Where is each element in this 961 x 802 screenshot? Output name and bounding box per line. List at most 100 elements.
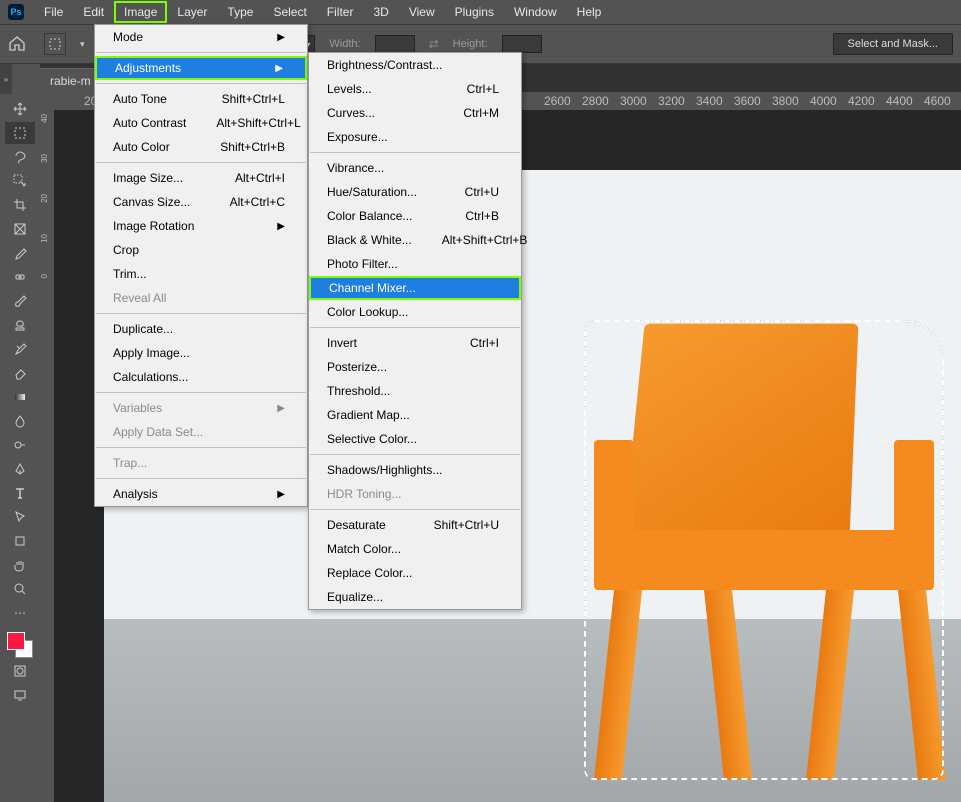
menu-item-brightness-contrast[interactable]: Brightness/Contrast... bbox=[309, 53, 521, 77]
menu-item-crop[interactable]: Crop bbox=[95, 238, 307, 262]
menu-item-apply-image[interactable]: Apply Image... bbox=[95, 341, 307, 365]
home-icon[interactable] bbox=[8, 35, 30, 53]
ruler-tick: 0 bbox=[40, 274, 49, 278]
marquee-tool-icon[interactable] bbox=[5, 122, 35, 144]
menu-item-canvas-size[interactable]: Canvas Size...Alt+Ctrl+C bbox=[95, 190, 307, 214]
swap-icon[interactable]: ⇄ bbox=[429, 37, 439, 51]
document-tab[interactable]: rabie-m bbox=[40, 68, 101, 92]
menu-view[interactable]: View bbox=[399, 1, 445, 23]
submenu-arrow-icon: ▶ bbox=[275, 63, 283, 74]
eraser-tool-icon[interactable] bbox=[5, 362, 35, 384]
menu-edit[interactable]: Edit bbox=[73, 1, 114, 23]
width-field[interactable] bbox=[375, 35, 415, 53]
shape-tool-icon[interactable] bbox=[5, 530, 35, 552]
shortcut-label: Ctrl+I bbox=[470, 336, 499, 350]
menu-item-auto-color[interactable]: Auto ColorShift+Ctrl+B bbox=[95, 135, 307, 159]
menu-item-gradient-map[interactable]: Gradient Map... bbox=[309, 403, 521, 427]
select-and-mask-button[interactable]: Select and Mask... bbox=[833, 33, 954, 55]
zoom-tool-icon[interactable] bbox=[5, 578, 35, 600]
menu-item-label: Selective Color... bbox=[327, 432, 417, 446]
panel-expand-icon[interactable]: » bbox=[0, 64, 12, 94]
ruler-tick: 4200 bbox=[848, 94, 875, 108]
menu-3d[interactable]: 3D bbox=[363, 1, 398, 23]
menu-item-equalize[interactable]: Equalize... bbox=[309, 585, 521, 609]
menu-item-adjustments[interactable]: Adjustments▶ bbox=[95, 56, 307, 80]
tab-label: rabie-m bbox=[50, 74, 91, 88]
path-select-tool-icon[interactable] bbox=[5, 506, 35, 528]
height-field[interactable] bbox=[502, 35, 542, 53]
chevron-down-icon[interactable]: ▾ bbox=[80, 39, 85, 50]
menu-item-vibrance[interactable]: Vibrance... bbox=[309, 156, 521, 180]
menu-item-label: Duplicate... bbox=[113, 322, 173, 336]
menu-item-desaturate[interactable]: DesaturateShift+Ctrl+U bbox=[309, 513, 521, 537]
shortcut-label: Ctrl+U bbox=[465, 185, 499, 199]
menu-item-label: Photo Filter... bbox=[327, 257, 398, 271]
menu-item-photo-filter[interactable]: Photo Filter... bbox=[309, 252, 521, 276]
menu-item-color-balance[interactable]: Color Balance...Ctrl+B bbox=[309, 204, 521, 228]
history-brush-tool-icon[interactable] bbox=[5, 338, 35, 360]
width-label: Width: bbox=[329, 38, 360, 50]
marquee-selection bbox=[584, 320, 944, 780]
menu-select[interactable]: Select bbox=[263, 1, 316, 23]
tool-preset-icon[interactable] bbox=[44, 33, 66, 55]
menu-item-levels[interactable]: Levels...Ctrl+L bbox=[309, 77, 521, 101]
menu-item-color-lookup[interactable]: Color Lookup... bbox=[309, 300, 521, 324]
menu-help[interactable]: Help bbox=[567, 1, 612, 23]
menu-filter[interactable]: Filter bbox=[317, 1, 364, 23]
menu-item-shadows-highlights[interactable]: Shadows/Highlights... bbox=[309, 458, 521, 482]
menu-item-posterize[interactable]: Posterize... bbox=[309, 355, 521, 379]
menu-item-image-size[interactable]: Image Size...Alt+Ctrl+I bbox=[95, 166, 307, 190]
menu-item-label: Image Size... bbox=[113, 171, 183, 185]
menu-type[interactable]: Type bbox=[217, 1, 263, 23]
menu-item-threshold[interactable]: Threshold... bbox=[309, 379, 521, 403]
menu-item-exposure[interactable]: Exposure... bbox=[309, 125, 521, 149]
shortcut-label: Ctrl+B bbox=[465, 209, 499, 223]
stamp-tool-icon[interactable] bbox=[5, 314, 35, 336]
frame-tool-icon[interactable] bbox=[5, 218, 35, 240]
color-swatch[interactable] bbox=[7, 632, 33, 658]
menu-item-auto-tone[interactable]: Auto ToneShift+Ctrl+L bbox=[95, 87, 307, 111]
dodge-tool-icon[interactable] bbox=[5, 434, 35, 456]
object-select-tool-icon[interactable] bbox=[5, 170, 35, 192]
ruler-tick: 4600 bbox=[924, 94, 951, 108]
menu-item-match-color[interactable]: Match Color... bbox=[309, 537, 521, 561]
menu-item-calculations[interactable]: Calculations... bbox=[95, 365, 307, 389]
menu-item-replace-color[interactable]: Replace Color... bbox=[309, 561, 521, 585]
quick-mask-icon[interactable] bbox=[5, 660, 35, 682]
heal-tool-icon[interactable] bbox=[5, 266, 35, 288]
menu-item-invert[interactable]: InvertCtrl+I bbox=[309, 331, 521, 355]
menu-item-hue-saturation[interactable]: Hue/Saturation...Ctrl+U bbox=[309, 180, 521, 204]
menu-item-channel-mixer[interactable]: Channel Mixer... bbox=[309, 276, 521, 300]
eyedropper-tool-icon[interactable] bbox=[5, 242, 35, 264]
gradient-tool-icon[interactable] bbox=[5, 386, 35, 408]
menu-file[interactable]: File bbox=[34, 1, 73, 23]
menu-item-duplicate[interactable]: Duplicate... bbox=[95, 317, 307, 341]
menu-item-black-white[interactable]: Black & White...Alt+Shift+Ctrl+B bbox=[309, 228, 521, 252]
brush-tool-icon[interactable] bbox=[5, 290, 35, 312]
blur-tool-icon[interactable] bbox=[5, 410, 35, 432]
menu-item-label: Replace Color... bbox=[327, 566, 412, 580]
move-tool-icon[interactable] bbox=[5, 98, 35, 120]
menu-layer[interactable]: Layer bbox=[167, 1, 217, 23]
menu-window[interactable]: Window bbox=[504, 1, 567, 23]
type-tool-icon[interactable] bbox=[5, 482, 35, 504]
menu-item-curves[interactable]: Curves...Ctrl+M bbox=[309, 101, 521, 125]
menu-item-mode[interactable]: Mode▶ bbox=[95, 25, 307, 49]
pen-tool-icon[interactable] bbox=[5, 458, 35, 480]
menu-image[interactable]: Image bbox=[114, 1, 167, 23]
crop-tool-icon[interactable] bbox=[5, 194, 35, 216]
menu-item-selective-color[interactable]: Selective Color... bbox=[309, 427, 521, 451]
menu-plugins[interactable]: Plugins bbox=[445, 1, 504, 23]
shortcut-label: Shift+Ctrl+B bbox=[220, 140, 285, 154]
menu-item-analysis[interactable]: Analysis▶ bbox=[95, 482, 307, 506]
more-tools-icon[interactable]: ⋯ bbox=[5, 602, 35, 624]
ruler-tick: 3800 bbox=[772, 94, 799, 108]
menu-item-trim[interactable]: Trim... bbox=[95, 262, 307, 286]
menu-item-auto-contrast[interactable]: Auto ContrastAlt+Shift+Ctrl+L bbox=[95, 111, 307, 135]
screen-mode-icon[interactable] bbox=[5, 684, 35, 706]
ruler-tick: 2800 bbox=[582, 94, 609, 108]
menu-item-image-rotation[interactable]: Image Rotation▶ bbox=[95, 214, 307, 238]
lasso-tool-icon[interactable] bbox=[5, 146, 35, 168]
hand-tool-icon[interactable] bbox=[5, 554, 35, 576]
menu-item-label: Equalize... bbox=[327, 590, 383, 604]
